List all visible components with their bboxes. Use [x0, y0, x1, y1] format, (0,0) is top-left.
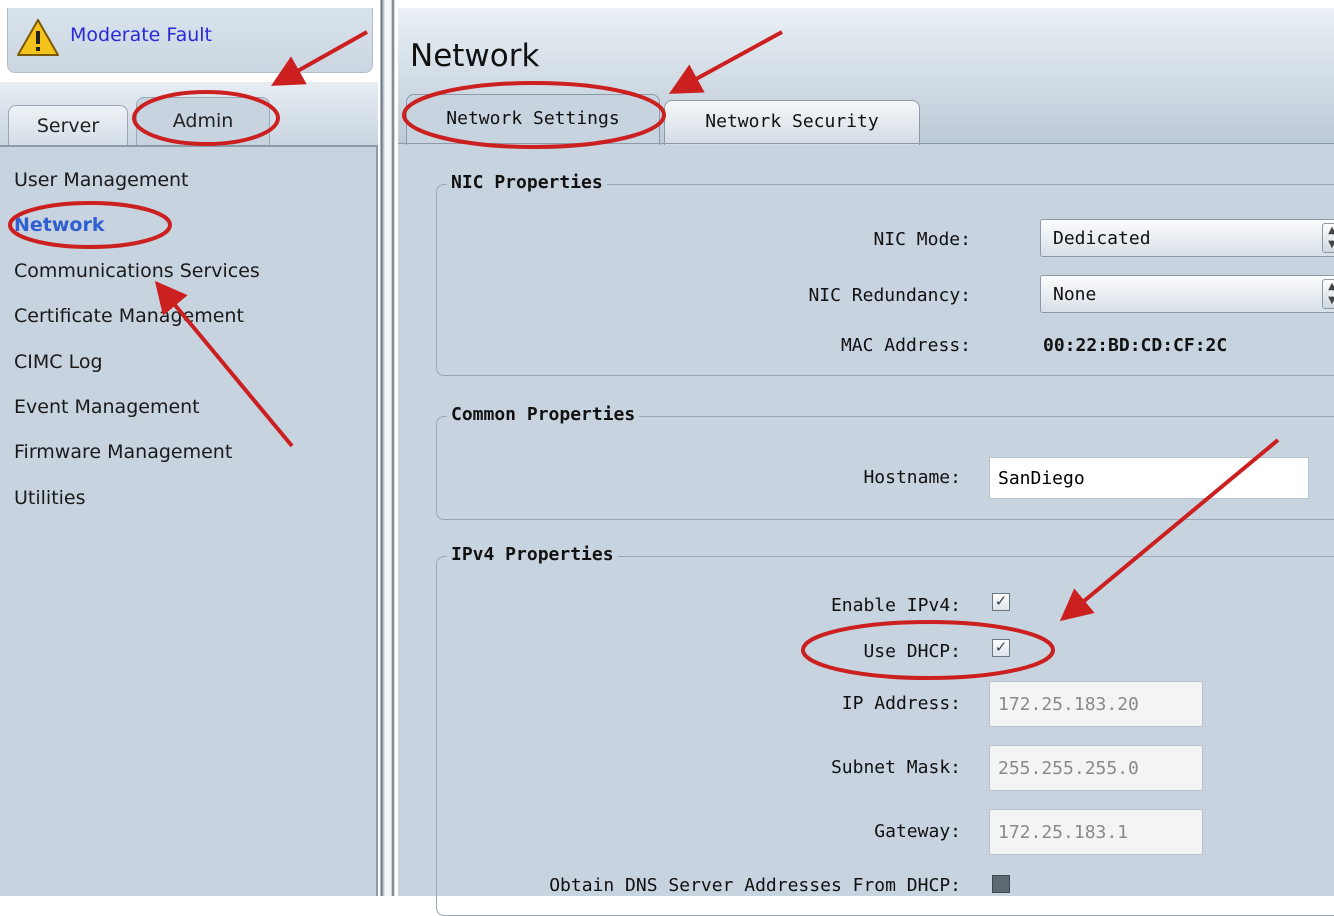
hostname-field[interactable]: [989, 457, 1309, 499]
moderate-fault-link[interactable]: Moderate Fault: [70, 24, 212, 46]
nic-mode-select[interactable]: Dedicated ▲ ▼: [1040, 219, 1334, 257]
obtain-dns-label: Obtain DNS Server Addresses From DHCP:: [549, 875, 961, 896]
hostname-label: Hostname:: [863, 467, 961, 488]
nic-mode-label: NIC Mode:: [873, 229, 971, 250]
left-tab-strip: Server Admin: [0, 82, 378, 146]
nav-item-communications-services[interactable]: Communications Services: [14, 260, 260, 282]
gateway-field[interactable]: [989, 809, 1203, 855]
pane-splitter[interactable]: [378, 0, 398, 896]
page-title: Network: [410, 38, 540, 74]
common-properties-title: Common Properties: [447, 404, 640, 425]
nic-redundancy-value: None: [1053, 284, 1097, 305]
mac-address-value: 00:22:BD:CD:CF:2C: [1043, 335, 1228, 356]
tab-network-security[interactable]: Network Security: [664, 100, 920, 145]
use-dhcp-checkbox[interactable]: ✓: [992, 639, 1010, 657]
enable-ipv4-checkbox[interactable]: ✓: [992, 593, 1010, 611]
obtain-dns-checkbox[interactable]: [992, 875, 1010, 893]
common-properties-group: Common Properties Hostname:: [436, 404, 1334, 520]
tab-content-divider: [398, 143, 1334, 144]
subnet-mask-field[interactable]: [989, 745, 1203, 791]
warning-icon: [17, 19, 59, 56]
left-navigation-pane: Moderate Fault Server Admin User Managem…: [0, 0, 378, 896]
nic-mode-value: Dedicated: [1053, 228, 1151, 249]
tab-network-settings[interactable]: Network Settings: [406, 94, 660, 145]
nav-item-utilities[interactable]: Utilities: [14, 487, 86, 509]
nav-item-firmware-management[interactable]: Firmware Management: [14, 441, 232, 463]
nic-redundancy-label: NIC Redundancy:: [808, 285, 971, 306]
tab-admin[interactable]: Admin: [136, 97, 270, 146]
nav-item-cimc-log[interactable]: CIMC Log: [14, 351, 103, 373]
nav-item-event-management[interactable]: Event Management: [14, 396, 200, 418]
subnet-mask-label: Subnet Mask:: [830, 757, 961, 778]
ip-address-label: IP Address:: [841, 693, 961, 714]
chevron-updown-icon[interactable]: ▲ ▼: [1322, 279, 1334, 309]
nic-properties-group: NIC Properties NIC Mode: Dedicated ▲ ▼ NI…: [436, 172, 1334, 376]
ipv4-properties-group: IPv4 Properties Enable IPv4: ✓ Use DHCP:…: [436, 544, 1334, 916]
chevron-updown-icon[interactable]: ▲ ▼: [1322, 223, 1334, 253]
page-header: Network Network Settings Network Securit…: [398, 8, 1334, 145]
nic-properties-title: NIC Properties: [447, 172, 607, 193]
nic-redundancy-select[interactable]: None ▲ ▼: [1040, 275, 1334, 313]
use-dhcp-label: Use DHCP:: [863, 641, 961, 662]
mac-address-label: MAC Address:: [840, 335, 971, 356]
nav-item-user-management[interactable]: User Management: [14, 169, 189, 191]
tab-server[interactable]: Server: [8, 105, 128, 146]
enable-ipv4-label: Enable IPv4:: [830, 595, 961, 616]
admin-nav-list: User Management Network Communications S…: [0, 147, 378, 896]
nav-item-network[interactable]: Network: [14, 214, 104, 236]
ipv4-properties-title: IPv4 Properties: [447, 544, 618, 565]
network-content-pane: Network Network Settings Network Securit…: [398, 8, 1334, 916]
ip-address-field[interactable]: [989, 681, 1203, 727]
nav-item-certificate-management[interactable]: Certificate Management: [14, 305, 244, 327]
fault-summary-panel: Moderate Fault: [7, 8, 373, 73]
gateway-label: Gateway:: [874, 821, 961, 842]
